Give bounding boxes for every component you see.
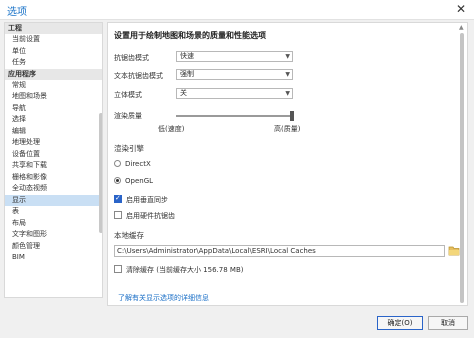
display-settings-panel: 设置用于绘制地图和场景的质量和性能选项 抗锯齿模式 快速 ▼ 文本抗锯齿模式 强…	[107, 22, 468, 306]
window-title: 选项	[7, 7, 27, 18]
stereo-value: 关	[180, 89, 187, 97]
sidebar-item-units[interactable]: 单位	[5, 46, 102, 58]
sidebar-item-display[interactable]: 显示	[5, 194, 102, 206]
vsync-label: 启用垂直同步	[126, 196, 168, 204]
cache-path-input[interactable]: C:\Users\Administrator\AppData\Local\ESR…	[114, 245, 445, 257]
directx-label: DirectX	[125, 160, 151, 168]
opengl-radio[interactable]	[114, 177, 121, 184]
sidebar-item-general[interactable]: 常规	[5, 80, 102, 92]
local-cache-heading: 本地缓存	[114, 231, 144, 240]
sidebar-item-raster-imagery[interactable]: 栅格和影像	[5, 172, 102, 184]
antialias-value: 快速	[180, 52, 194, 60]
sidebar-section-project: 工程	[5, 23, 102, 34]
sidebar-item-table[interactable]: 表	[5, 206, 102, 218]
sidebar-scrollbar[interactable]	[99, 113, 102, 233]
sidebar: 工程 当前设置 单位 任务 应用程序 常规 地图和场景 导航 选择 编辑 地理处…	[4, 22, 103, 298]
sidebar-item-color-management[interactable]: 颜色管理	[5, 241, 102, 253]
slider-handle[interactable]	[290, 111, 294, 121]
antialias-select[interactable]: 快速 ▼	[176, 51, 293, 62]
cancel-button[interactable]: 取消	[428, 316, 468, 330]
sidebar-item-current-settings[interactable]: 当前设置	[5, 34, 102, 46]
text-antialias-select[interactable]: 强制 ▼	[176, 69, 293, 80]
stereo-label: 立体模式	[114, 91, 142, 99]
chevron-down-icon: ▼	[285, 90, 290, 97]
sidebar-section-application: 应用程序	[5, 68, 102, 80]
render-engine-heading: 渲染引擎	[114, 144, 144, 153]
antialias-label: 抗锯齿模式	[114, 54, 149, 62]
title-bar: 选项 ✕	[0, 0, 474, 20]
sidebar-item-geoprocessing[interactable]: 地理处理	[5, 137, 102, 149]
render-quality-slider[interactable]	[176, 111, 294, 121]
render-quality-high-label: 高(质量)	[274, 125, 301, 133]
scroll-up-icon[interactable]: ▲	[459, 24, 464, 31]
options-window: 选项 ✕ 工程 当前设置 单位 任务 应用程序 常规 地图和场景 导航 选择 编…	[0, 0, 474, 338]
sidebar-item-tasks[interactable]: 任务	[5, 57, 102, 69]
hw-antialias-checkbox[interactable]	[114, 211, 122, 219]
hw-antialias-label: 启用硬件抗锯齿	[126, 212, 175, 220]
sidebar-item-full-motion-video[interactable]: 全动态视频	[5, 183, 102, 195]
directx-radio[interactable]	[114, 160, 121, 167]
sidebar-item-navigation[interactable]: 导航	[5, 103, 102, 115]
opengl-label: OpenGL	[125, 177, 154, 185]
clear-cache-checkbox[interactable]	[114, 265, 122, 273]
sidebar-item-layout[interactable]: 布局	[5, 218, 102, 230]
more-info-link[interactable]: 了解有关显示选项的详细信息	[118, 293, 209, 303]
sidebar-item-map-and-scene[interactable]: 地图和场景	[5, 91, 102, 103]
close-icon[interactable]: ✕	[454, 2, 468, 16]
stereo-select[interactable]: 关 ▼	[176, 88, 293, 99]
clear-cache-label: 清除缓存 (当前缓存大小 156.78 MB)	[126, 266, 244, 274]
scrollbar-thumb[interactable]	[460, 33, 464, 303]
chevron-down-icon: ▼	[285, 71, 290, 78]
sidebar-item-share-download[interactable]: 共享和下载	[5, 160, 102, 172]
ok-button[interactable]: 确定(O)	[377, 316, 423, 330]
sidebar-item-editing[interactable]: 编辑	[5, 126, 102, 138]
sidebar-item-bim[interactable]: BIM	[5, 252, 102, 264]
sidebar-item-selection[interactable]: 选择	[5, 114, 102, 126]
chevron-down-icon: ▼	[285, 53, 290, 60]
sidebar-item-device-location[interactable]: 设备位置	[5, 149, 102, 161]
panel-heading: 设置用于绘制地图和场景的质量和性能选项	[114, 31, 266, 40]
sidebar-item-text-graphics[interactable]: 文字和图形	[5, 229, 102, 241]
render-quality-label: 渲染质量	[114, 112, 142, 120]
text-antialias-value: 强制	[180, 70, 194, 78]
text-antialias-label: 文本抗锯齿模式	[114, 72, 163, 80]
vsync-checkbox[interactable]	[114, 194, 122, 203]
render-quality-low-label: 低(速度)	[158, 125, 185, 133]
slider-track	[176, 115, 294, 117]
panel-scrollbar[interactable]: ▲	[459, 24, 465, 303]
